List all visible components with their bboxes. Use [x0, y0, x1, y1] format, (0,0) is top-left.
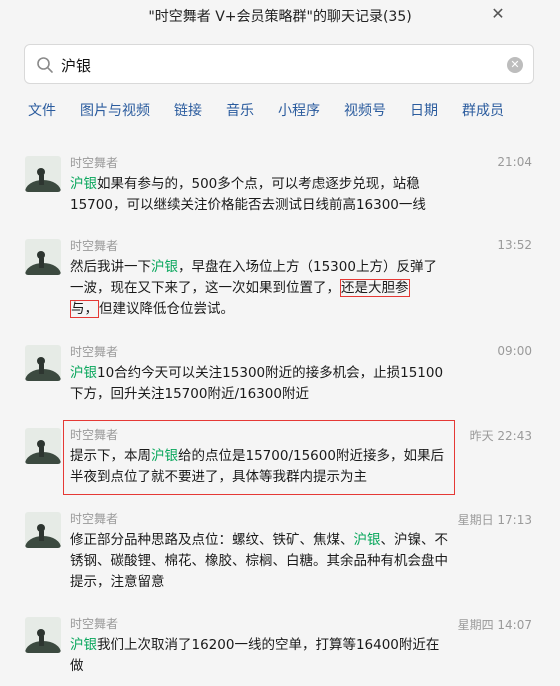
- avatar[interactable]: [25, 428, 61, 464]
- avatar[interactable]: [25, 512, 61, 548]
- message-text: 然后我讲一下沪银，早盘在入场位上方（15300上方）反弹了一波，现在又下来了，这…: [70, 257, 450, 320]
- tab-images-videos[interactable]: 图片与视频: [80, 100, 150, 120]
- message-text: 提示下，本周沪银给的点位是15700/15600附近接多，如果后半夜到点位了就不…: [70, 446, 450, 488]
- message-content: 修正部分品种思路及点位：螺纹、铁矿、焦煤、: [70, 532, 354, 548]
- clear-search-icon[interactable]: ✕: [507, 57, 523, 73]
- keyword-highlight: 沪银: [151, 259, 178, 275]
- message-content: 10合约今天可以关注15300附近的接多机会，止损15100下方，回升关注157…: [70, 365, 444, 402]
- message-time: 星期四 14:07: [457, 618, 532, 632]
- search-input[interactable]: 沪银: [61, 55, 91, 76]
- keyword-highlight: 沪银: [70, 365, 97, 381]
- keyword-highlight: 沪银: [70, 637, 97, 653]
- message-time: 星期日 17:13: [457, 513, 532, 527]
- tab-mini-programs[interactable]: 小程序: [278, 100, 320, 120]
- sender-name: 时空舞者: [70, 345, 119, 359]
- annotation-box: 还是大胆参: [340, 279, 410, 297]
- message-content: 我们上次取消了16200一线的空单，打算等16400附近在做: [70, 637, 440, 674]
- search-box[interactable]: 沪银 ✕: [24, 44, 534, 84]
- keyword-highlight: 沪银: [70, 176, 97, 192]
- window-title: "时空舞者 V+会员策略群"的聊天记录(35): [148, 9, 412, 25]
- message-text: 沪银我们上次取消了16200一线的空单，打算等16400附近在做: [70, 635, 450, 677]
- message-text: 沪银10合约今天可以关注15300附近的接多机会，止损15100下方，回升关注1…: [70, 363, 450, 405]
- filter-tabs: 文件 图片与视频 链接 音乐 小程序 视频号 日期 群成员: [0, 100, 560, 124]
- avatar[interactable]: [25, 617, 61, 653]
- tab-links[interactable]: 链接: [174, 100, 202, 120]
- message-time: 09:00: [497, 344, 532, 358]
- sender-name: 时空舞者: [70, 428, 119, 442]
- message-text: 沪银如果有参与的，500多个点，可以考虑逐步兑现，站稳15700，可以继续关注价…: [70, 174, 450, 216]
- message-content: 如果有参与的，500多个点，可以考虑逐步兑现，站稳15700，可以继续关注价格能…: [70, 176, 426, 213]
- message-text: 修正部分品种思路及点位：螺纹、铁矿、焦煤、沪银、沪镍、不锈钢、碳酸锂、棉花、橡胶…: [70, 530, 450, 593]
- tab-music[interactable]: 音乐: [226, 100, 254, 120]
- sender-name: 时空舞者: [70, 512, 119, 526]
- message-time: 13:52: [497, 238, 532, 252]
- avatar[interactable]: [25, 345, 61, 381]
- sender-name: 时空舞者: [70, 156, 119, 170]
- keyword-highlight: 沪银: [353, 532, 381, 548]
- message-content: 但建议降低仓位尝试。: [99, 301, 234, 317]
- message-content: 提示下，本周: [70, 448, 151, 464]
- keyword-highlight: 沪银: [151, 448, 178, 464]
- avatar[interactable]: [25, 156, 61, 192]
- annotation-box: 与，: [70, 300, 99, 318]
- avatar[interactable]: [25, 239, 61, 275]
- tab-members[interactable]: 群成员: [462, 100, 504, 120]
- message-time: 21:04: [497, 155, 532, 169]
- sender-name: 时空舞者: [70, 239, 119, 253]
- sender-name: 时空舞者: [70, 617, 119, 631]
- message-time: 昨天 22:43: [469, 429, 532, 443]
- tab-date[interactable]: 日期: [410, 100, 438, 120]
- tab-channels[interactable]: 视频号: [344, 100, 386, 120]
- close-icon[interactable]: ✕: [488, 4, 508, 24]
- search-icon: [37, 57, 53, 73]
- title-bar: "时空舞者 V+会员策略群"的聊天记录(35) ✕: [0, 0, 560, 32]
- tab-files[interactable]: 文件: [28, 100, 56, 120]
- message-content: 然后我讲一下: [70, 259, 151, 275]
